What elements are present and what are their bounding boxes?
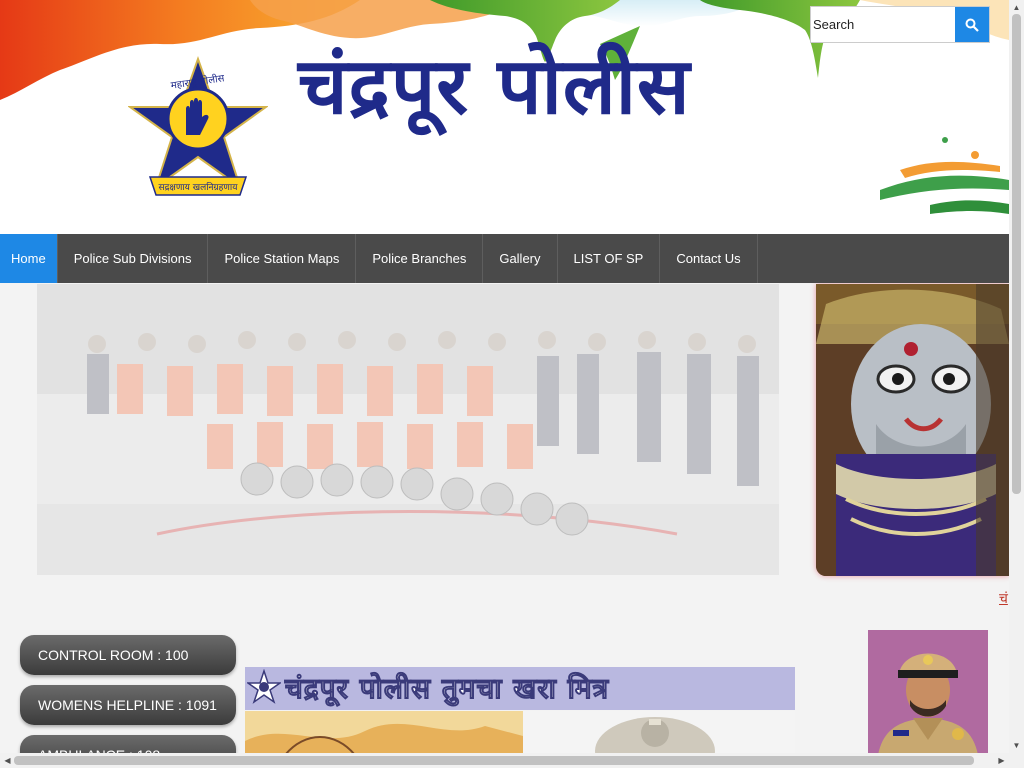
scroll-up-arrow-icon[interactable]: ▲ xyxy=(1009,0,1024,15)
nav-item-gallery[interactable]: Gallery xyxy=(483,234,558,283)
news-marquee[interactable]: चं xyxy=(999,589,1008,608)
image-slider[interactable] xyxy=(37,284,779,575)
site-header: सद्रक्षणाय खलनिग्रहणाय महाराष्ट्र पोलीस … xyxy=(0,0,1009,219)
motto-banner: चंद्रपूर पोलीस तुमचा खरा मित्र xyxy=(245,667,795,710)
banner-title: चंद्रपूर पोलीस तुमचा खरा मित्र xyxy=(284,672,610,706)
vertical-scroll-thumb[interactable] xyxy=(1012,14,1021,494)
main-nav: Home Police Sub Divisions Police Station… xyxy=(0,234,1009,283)
vertical-scrollbar[interactable]: ▲ ▼ xyxy=(1009,0,1024,753)
goddess-idol-image xyxy=(816,284,1009,576)
helpline-ambulance-button[interactable]: AMBULANCE : 108 xyxy=(20,735,236,755)
site-title: चंद्रपूर पोलीस xyxy=(298,41,691,132)
helpline-womens-button[interactable]: WOMENS HELPLINE : 1091 xyxy=(20,685,236,725)
nav-item-police-branches[interactable]: Police Branches xyxy=(356,234,484,283)
search-input[interactable] xyxy=(811,7,955,42)
scroll-down-arrow-icon[interactable]: ▼ xyxy=(1009,738,1024,753)
main-content: चं CONTROL ROOM : 100 WOMENS HELPLINE : … xyxy=(0,283,1009,755)
horizontal-scroll-thumb[interactable] xyxy=(14,756,974,765)
sp-officer-image xyxy=(868,630,988,755)
maharashtra-police-logo: सद्रक्षणाय खलनिग्रहणाय महाराष्ट्र पोलीस xyxy=(128,56,268,196)
nav-item-police-station-maps[interactable]: Police Station Maps xyxy=(208,234,357,283)
scroll-right-arrow-icon[interactable]: ▶ xyxy=(994,753,1009,768)
goddess-photo xyxy=(816,284,1009,576)
sp-officer-photo xyxy=(868,630,988,755)
slider-team-photo xyxy=(37,284,779,575)
horizontal-scrollbar[interactable]: ◀ ▶ xyxy=(0,753,1024,768)
search-icon xyxy=(965,18,979,32)
search-box xyxy=(810,6,990,43)
helpline-control-room-button[interactable]: CONTROL ROOM : 100 xyxy=(20,635,236,675)
scroll-left-arrow-icon[interactable]: ◀ xyxy=(0,753,15,768)
banner-artwork xyxy=(245,711,795,755)
logo-motto-text: सद्रक्षणाय खलनिग्रहणाय xyxy=(159,181,239,193)
nav-item-contact-us[interactable]: Contact Us xyxy=(660,234,758,283)
nav-item-police-sub-divisions[interactable]: Police Sub Divisions xyxy=(58,234,209,283)
banner-artwork-image xyxy=(245,711,795,755)
nav-item-home[interactable]: Home xyxy=(0,234,58,283)
search-button[interactable] xyxy=(955,7,989,42)
banner-emblem-icon xyxy=(247,669,281,704)
nav-item-list-of-sp[interactable]: LIST OF SP xyxy=(558,234,661,283)
